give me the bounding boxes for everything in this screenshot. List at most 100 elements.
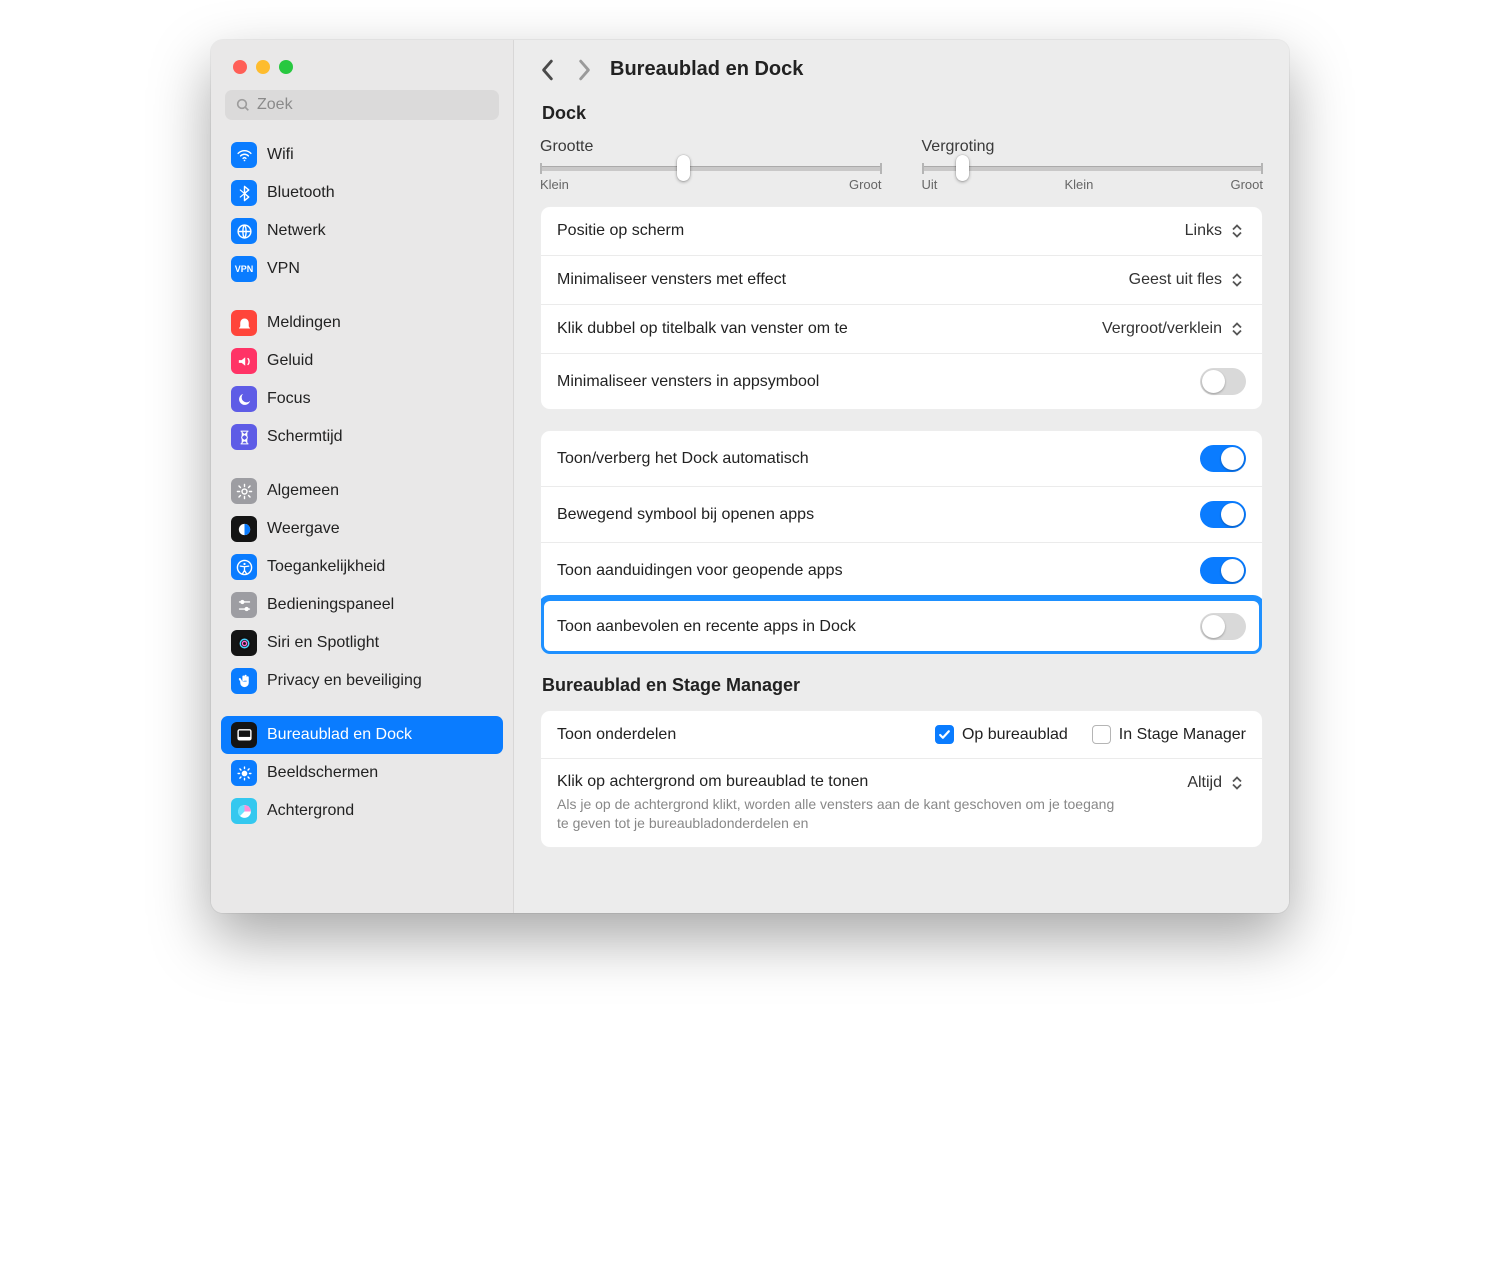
dock-r1-1-label: Minimaliseer vensters met effect [557,271,1129,289]
close-window-button[interactable] [233,60,247,74]
show-items-label: Toon onderdelen [557,726,935,744]
back-button[interactable] [540,59,556,81]
show-in-stage-label: In Stage Manager [1119,726,1246,744]
sidebar-item-label: Weergave [267,520,340,538]
sound-icon [231,348,257,374]
dock-r2-1-row: Bewegend symbool bij openen apps [541,486,1262,542]
click-background-label: Klik op achtergrond om bureaublad te ton… [557,773,1187,791]
sidebar-item-bureaublad-en-dock[interactable]: Bureaublad en Dock [221,716,503,754]
dock-r1-1-value: Geest uit fles [1129,271,1222,289]
hourglass-icon [231,424,257,450]
dock-r1-3-label: Minimaliseer vensters in appsymbool [557,373,1200,391]
sidebar-item-label: Schermtijd [267,428,343,446]
search-icon [235,97,251,113]
sidebar-item-vpn[interactable]: VPNVPN [221,250,503,288]
minimize-window-button[interactable] [256,60,270,74]
sidebar-item-focus[interactable]: Focus [221,380,503,418]
dock-r2-0-row: Toon/verberg het Dock automatisch [541,431,1262,486]
dock-section-title: Dock [542,103,1263,124]
system-settings-window: Wifi Bluetooth Netwerk VPNVPN Meldingen Gelui… [211,40,1289,913]
globe-icon [231,218,257,244]
dock-r2-2-row: Toon aanduidingen voor geopende apps [541,542,1262,598]
dock-magnification-slider[interactable]: Vergroting Uit Klein Groot [922,138,1264,192]
sidebar-item-beeldschermen[interactable]: Beeldschermen [221,754,503,792]
sidebar-item-geluid[interactable]: Geluid [221,342,503,380]
dock-size-track[interactable] [540,166,882,171]
sidebar-item-achtergrond[interactable]: Achtergrond [221,792,503,830]
display-icon [231,760,257,786]
wallpaper-icon [231,798,257,824]
dock-r2-2-switch[interactable] [1200,557,1246,584]
dock-r2-0-label: Toon/verberg het Dock automatisch [557,450,1200,468]
dock-panel-2: Toon/verberg het Dock automatisch Bewege… [540,430,1263,655]
dock-r2-0-switch[interactable] [1200,445,1246,472]
accessibility-icon [231,554,257,580]
stepper-icon [1228,319,1246,339]
gear-icon [231,478,257,504]
sidebar-item-siri-en-spotlight[interactable]: Siri en Spotlight [221,624,503,662]
zoom-window-button[interactable] [279,60,293,74]
dock-r1-1-popup[interactable]: Geest uit fles [1129,270,1246,290]
stepper-icon [1228,773,1246,793]
dock-r1-2-popup[interactable]: Vergroot/verklein [1102,319,1246,339]
sidebar-item-netwerk[interactable]: Netwerk [221,212,503,250]
dock-r2-1-switch[interactable] [1200,501,1246,528]
dock-size-max: Groot [849,177,882,192]
bluetooth-icon [231,180,257,206]
checkbox-icon [1092,725,1111,744]
dock-r1-2-row: Klik dubbel op titelbalk van venster om … [541,304,1262,353]
dock-r1-0-label: Positie op scherm [557,222,1185,240]
show-in-stage-manager-checkbox[interactable]: In Stage Manager [1092,725,1246,744]
dock-r2-2-label: Toon aanduidingen voor geopende apps [557,562,1200,580]
click-background-popup[interactable]: Altijd [1187,773,1246,793]
show-on-desktop-checkbox[interactable]: Op bureaublad [935,725,1068,744]
window-controls [211,40,513,90]
main-pane: Bureaublad en Dock Dock Grootte Klein Gr… [514,40,1289,913]
sidebar-item-label: Geluid [267,352,313,370]
click-background-value: Altijd [1187,774,1222,792]
sidebar-item-weergave[interactable]: Weergave [221,510,503,548]
dock-r1-1-row: Minimaliseer vensters met effect Geest u… [541,255,1262,304]
dock-r1-0-popup[interactable]: Links [1185,221,1246,241]
sidebar-item-toegankelijkheid[interactable]: Toegankelijkheid [221,548,503,586]
content-scroll[interactable]: Dock Grootte Klein Groot Vergroting [514,95,1289,913]
bell-icon [231,310,257,336]
dock-size-min: Klein [540,177,569,192]
dock-mag-off: Uit [922,177,938,192]
sidebar-item-label: Netwerk [267,222,326,240]
dock-sliders: Grootte Klein Groot Vergroting [540,138,1263,192]
dock-r2-3-switch[interactable] [1200,613,1246,640]
dock-size-slider[interactable]: Grootte Klein Groot [540,138,882,192]
sidebar-item-wifi[interactable]: Wifi [221,136,503,174]
dock-panel-1: Positie op scherm Links Minimaliseer ven… [540,206,1263,410]
dock-icon [231,722,257,748]
dock-r1-3-switch[interactable] [1200,368,1246,395]
search-field[interactable] [225,90,499,120]
topbar: Bureaublad en Dock [514,40,1289,95]
sidebar-nav[interactable]: Wifi Bluetooth Netwerk VPNVPN Meldingen Gelui… [211,130,513,913]
sidebar-item-privacy-en-beveiliging[interactable]: Privacy en beveiliging [221,662,503,700]
sidebar-item-label: Wifi [267,146,294,164]
sidebar-item-label: Privacy en beveiliging [267,672,422,690]
sidebar-item-label: Meldingen [267,314,341,332]
dock-mag-track[interactable] [922,166,1264,171]
sidebar-item-bluetooth[interactable]: Bluetooth [221,174,503,212]
stepper-icon [1228,270,1246,290]
dock-r2-1-label: Bewegend symbool bij openen apps [557,506,1200,524]
search-input[interactable] [257,96,489,114]
sidebar-item-label: Bedieningspaneel [267,596,394,614]
forward-button[interactable] [576,59,592,81]
stepper-icon [1228,221,1246,241]
show-items-row: Toon onderdelen Op bureaublad In Stage M… [541,711,1262,758]
sidebar-item-algemeen[interactable]: Algemeen [221,472,503,510]
sidebar-item-bedieningspaneel[interactable]: Bedieningspaneel [221,586,503,624]
click-background-row: Klik op achtergrond om bureaublad te ton… [541,758,1262,847]
sidebar-item-label: Beeldschermen [267,764,378,782]
dock-r1-2-label: Klik dubbel op titelbalk van venster om … [557,320,1102,338]
sidebar-item-meldingen[interactable]: Meldingen [221,304,503,342]
moon-icon [231,386,257,412]
checkbox-checked-icon [935,725,954,744]
sidebar-item-schermtijd[interactable]: Schermtijd [221,418,503,456]
hand-icon [231,668,257,694]
page-title: Bureaublad en Dock [610,58,803,81]
